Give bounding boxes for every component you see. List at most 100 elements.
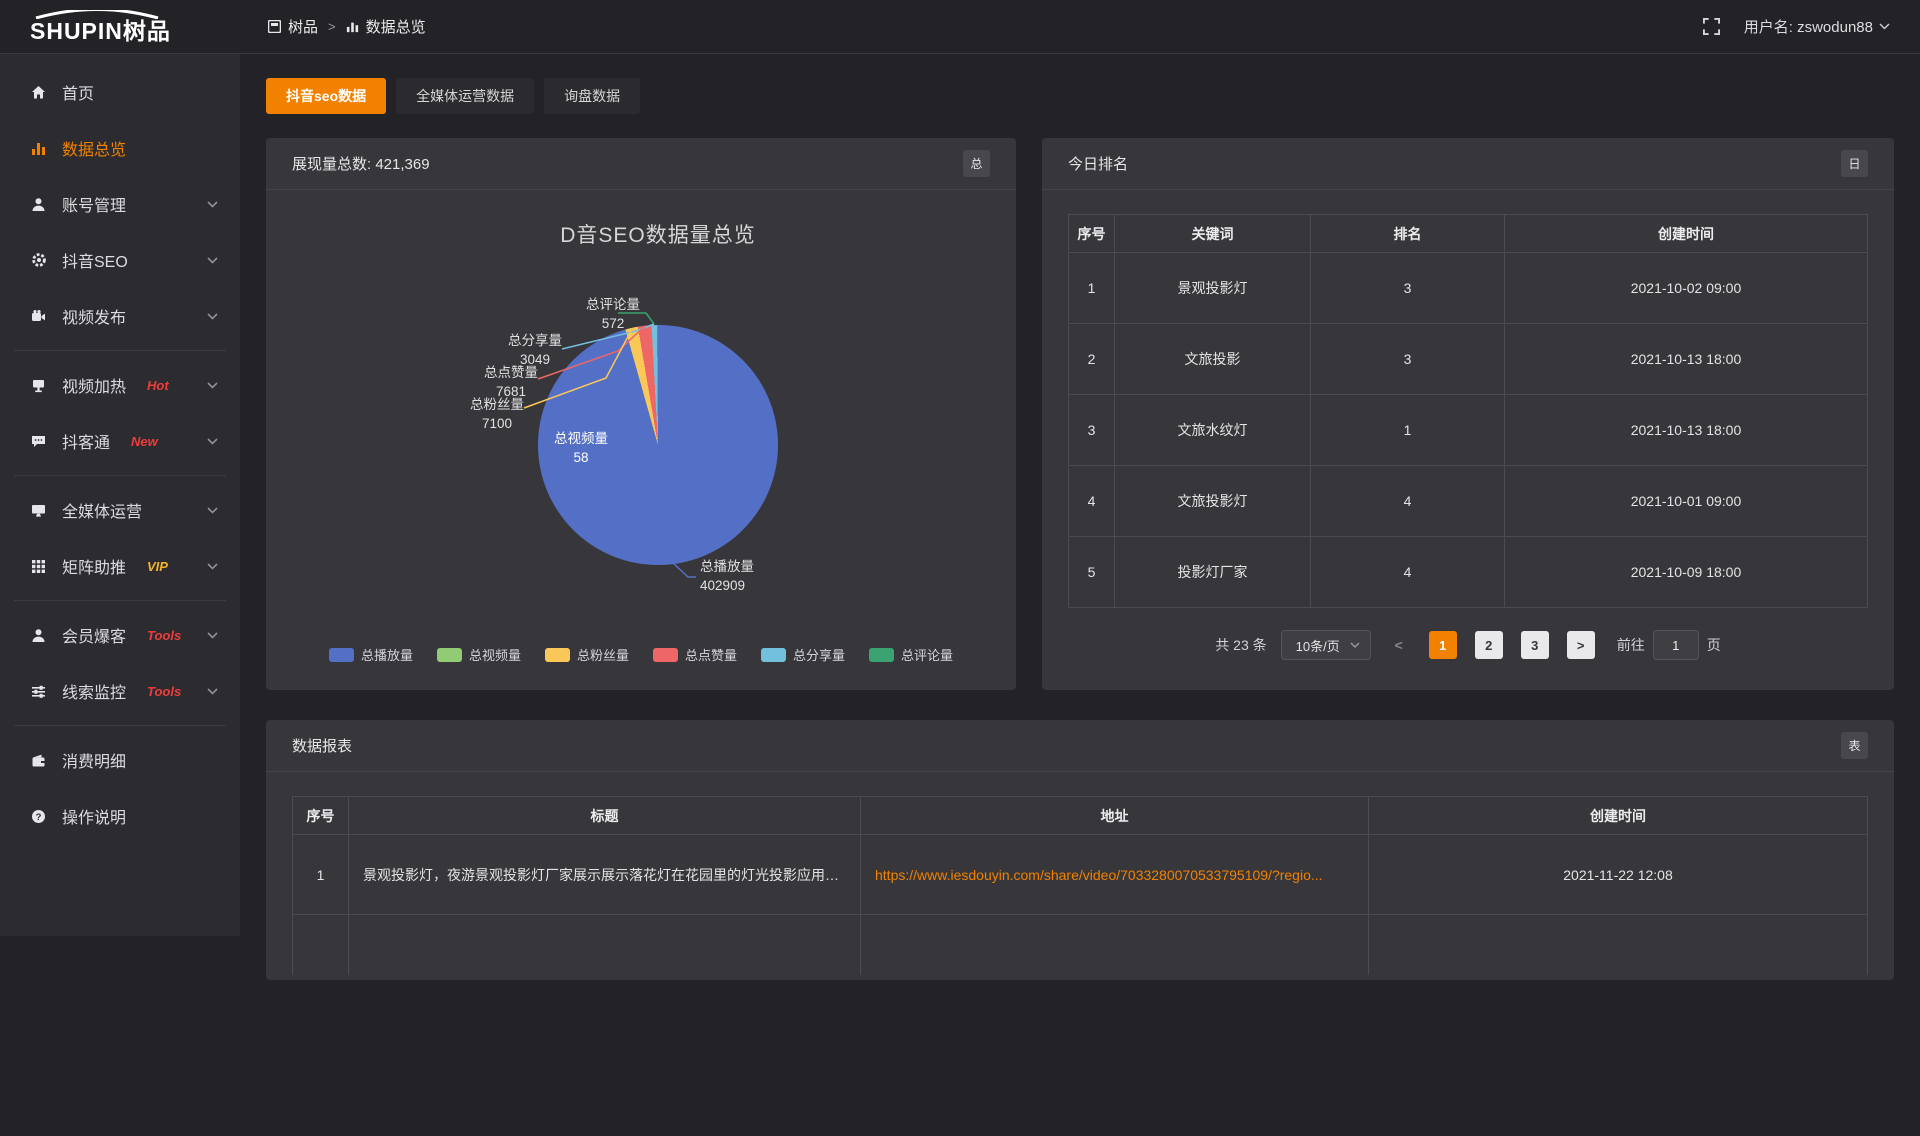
chevron-down-icon [1350,642,1360,648]
ranking-panel: 今日排名 日 序号 关键词 排名 创建时间 1 景观投影灯 3 2021-10-… [1042,138,1894,690]
sidebar-item-overview[interactable]: 数据总览 [0,120,240,176]
sidebar-item-douketong[interactable]: 抖客通 New [0,413,240,469]
sidebar-item-heat[interactable]: 视频加热 Hot [0,357,240,413]
table-row: 1 景观投影灯 3 2021-10-02 09:00 [1069,253,1868,324]
legend-item-comments[interactable]: 总评论量 [869,645,953,664]
chevron-down-icon [207,313,218,320]
col-rank: 排名 [1311,215,1505,253]
legend-swatch [329,648,354,662]
breadcrumb-current[interactable]: 数据总览 [346,16,426,37]
report-panel: 数据报表 表 序号 标题 地址 创建时间 1 景观投影灯，夜游景观投影灯厂家展示… [266,720,1894,980]
table-toggle-button[interactable]: 表 [1841,732,1868,759]
col-keyword: 关键词 [1115,215,1311,253]
legend-swatch [653,648,678,662]
user-icon [30,196,47,212]
fullscreen-icon[interactable] [1703,18,1720,35]
home-icon [30,84,47,100]
video-camera-icon [30,308,47,324]
svg-text:?: ? [36,812,42,823]
sidebar-item-expense[interactable]: 消费明细 [0,732,240,788]
table-row-partial [293,915,1868,975]
sidebar-item-member[interactable]: 会员爆客 Tools [0,607,240,663]
tools-badge: Tools [147,628,181,643]
chevron-down-icon [207,382,218,389]
pagination-total: 共 23 条 [1215,635,1266,655]
legend-item-shares[interactable]: 总分享量 [761,645,845,664]
tab-media-operation-data[interactable]: 全媒体运营数据 [396,78,534,114]
goto-page-input[interactable] [1653,630,1699,660]
breadcrumb-root[interactable]: 树品 [268,16,318,37]
table-row: 3 文旅水纹灯 1 2021-10-13 18:00 [1069,395,1868,466]
pie-label-fans: 总粉丝量7100 [470,395,524,433]
video-link[interactable]: https://www.iesdouyin.com/share/video/70… [875,867,1323,883]
breadcrumb: 树品 > 数据总览 [268,16,426,37]
data-tabs: 抖音seo数据 全媒体运营数据 询盘数据 [266,78,1894,114]
topbar-right: 用户名: zswodun88 [1703,16,1920,37]
sidebar-item-clue[interactable]: 线索监控 Tools [0,663,240,719]
vip-badge: VIP [147,559,168,574]
table-header-row: 序号 关键词 排名 创建时间 [1069,215,1868,253]
legend-item-plays[interactable]: 总播放量 [329,645,413,664]
col-created: 创建时间 [1505,215,1868,253]
total-toggle-button[interactable]: 总 [963,150,990,177]
main-content: 抖音seo数据 全媒体运营数据 询盘数据 展现量总数: 421,369 总 D音… [240,54,1920,1136]
tab-douyin-seo-data[interactable]: 抖音seo数据 [266,78,386,114]
new-badge: New [131,434,158,449]
legend-item-fans[interactable]: 总粉丝量 [545,645,629,664]
tools-badge: Tools [147,684,181,699]
chart-title: D音SEO数据量总览 [560,219,756,249]
chat-icon [30,433,47,449]
question-icon: ? [30,808,47,824]
overview-total-title: 展现量总数: 421,369 [292,153,430,174]
pie-label-videos: 总视频量58 [554,429,608,467]
sidebar-item-media[interactable]: 全媒体运营 [0,482,240,538]
chevron-down-icon [1879,23,1890,30]
user-menu[interactable]: 用户名: zswodun88 [1744,16,1890,37]
sidebar-item-douyinseo[interactable]: 抖音SEO [0,232,240,288]
chart-legend: 总播放量 总视频量 总粉丝量 总点赞量 [266,645,1016,664]
chevron-down-icon [207,688,218,695]
chevron-down-icon [207,507,218,514]
gear-icon [30,252,47,268]
top-header: SHUPIN树品 树品 > 数据总览 用户名: zswodun88 [0,0,1920,54]
sidebar-item-publish[interactable]: 视频发布 [0,288,240,344]
legend-item-likes[interactable]: 总点赞量 [653,645,737,664]
sidebar-item-account[interactable]: 账号管理 [0,176,240,232]
chevron-down-icon [207,563,218,570]
page-button-1[interactable]: 1 [1429,631,1457,659]
bar-chart-icon [30,140,47,156]
pagination: 共 23 条 10条/页 < 1 2 3 > 前往 页 [1042,630,1894,660]
legend-swatch [437,648,462,662]
app-logo: SHUPIN树品 [0,10,240,43]
col-created: 创建时间 [1369,797,1868,835]
col-title: 标题 [349,797,861,835]
legend-item-videos[interactable]: 总视频量 [437,645,521,664]
next-page-button[interactable]: > [1567,631,1595,659]
chevron-down-icon [207,438,218,445]
sidebar-item-manual[interactable]: ? 操作说明 [0,788,240,844]
sidebar-divider [14,600,226,601]
sidebar: 首页 数据总览 账号管理 抖音SEO 视频发布 [0,54,240,936]
page-size-select[interactable]: 10条/页 [1281,630,1371,660]
sidebar-divider [14,725,226,726]
tab-inquiry-data[interactable]: 询盘数据 [544,78,640,114]
page-button-3[interactable]: 3 [1521,631,1549,659]
wallet-icon [30,752,47,768]
col-index: 序号 [293,797,349,835]
chevron-down-icon [207,257,218,264]
sliders-icon [30,683,47,699]
table-row: 1 景观投影灯，夜游景观投影灯厂家展示展示落花灯在花园里的灯光投影应用效果 # … [293,835,1868,915]
bar-chart-icon [346,20,359,33]
chevron-down-icon [207,201,218,208]
sidebar-item-matrix[interactable]: 矩阵助推 VIP [0,538,240,594]
chevron-down-icon [207,632,218,639]
username-label: 用户名: zswodun88 [1744,16,1873,37]
page-button-2[interactable]: 2 [1475,631,1503,659]
goto-page: 前往 页 [1617,630,1721,660]
day-toggle-button[interactable]: 日 [1841,150,1868,177]
video-url-cell: https://www.iesdouyin.com/share/video/70… [861,835,1369,915]
table-row: 4 文旅投影灯 4 2021-10-01 09:00 [1069,466,1868,537]
sidebar-item-home[interactable]: 首页 [0,64,240,120]
prev-page-button[interactable]: < [1385,631,1413,659]
monitor-icon [30,502,47,518]
